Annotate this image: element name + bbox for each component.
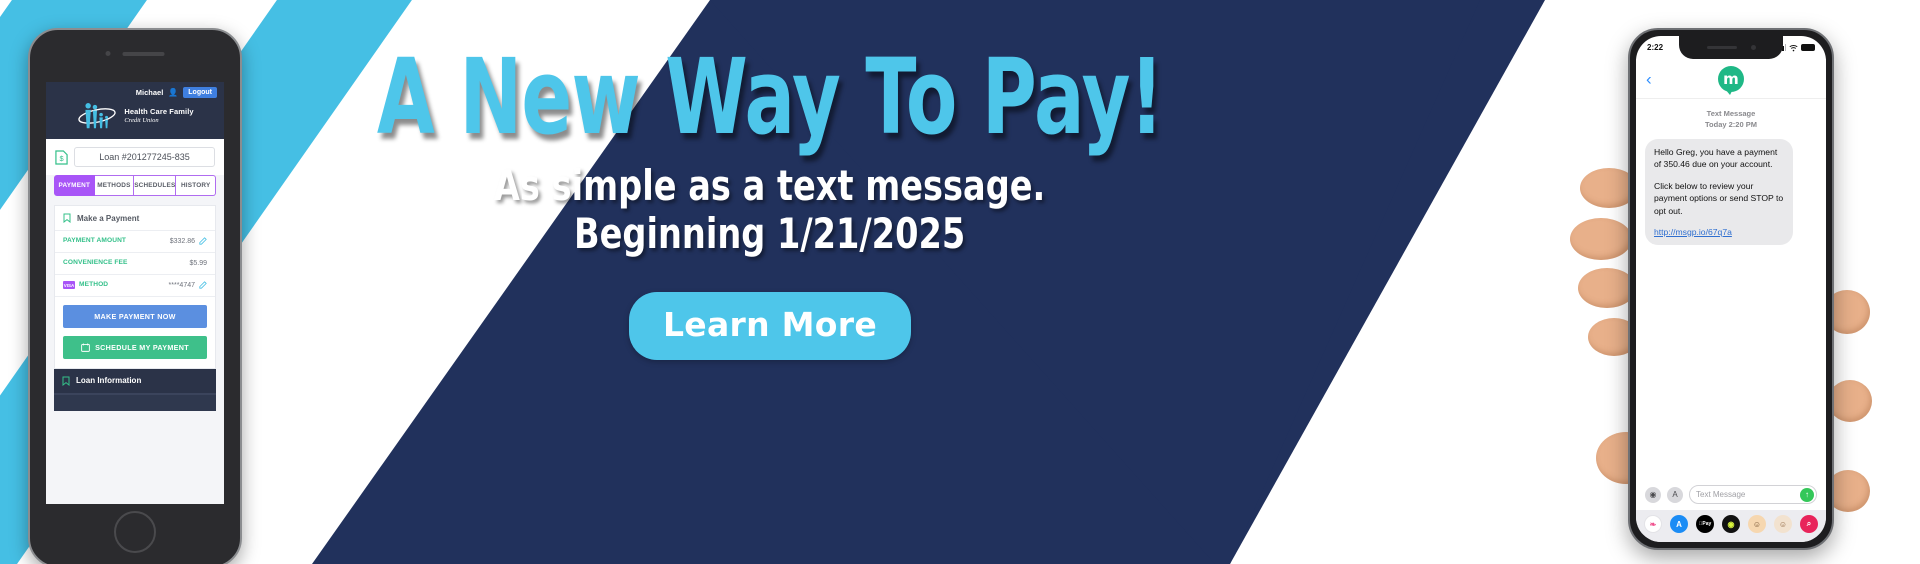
home-indicator[interactable] [1695,542,1767,545]
right-phone-mockup: 2:22 ‹ m Text Message Today 2:20 PM Hell… [1628,28,1834,550]
promo-banner: A New Way To Pay! As simple as a text me… [0,0,1920,564]
message-thread: Text Message Today 2:20 PM Hello Greg, y… [1636,99,1826,479]
message-nav-bar: ‹ m [1636,59,1826,99]
hand-finger-right [1828,380,1872,422]
battery-icon [1801,44,1815,51]
sender-avatar[interactable]: m [1718,65,1744,95]
marketing-copy: A New Way To Pay! As simple as a text me… [377,0,1164,564]
message-input-field[interactable]: Text Message ↑ [1689,485,1817,504]
svg-text:$: $ [59,154,63,163]
apple-pay-app-icon[interactable]: Pay [1696,515,1714,533]
message-meta: Text Message Today 2:20 PM [1645,109,1817,131]
schedule-my-payment-button[interactable]: SCHEDULE MY PAYMENT [63,335,207,359]
memoji-app-icon[interactable]: ☺ [1748,515,1766,533]
row-label: METHOD [79,280,109,288]
status-time: 2:22 [1647,43,1664,52]
document-dollar-icon: $ [55,149,68,165]
tab-payment[interactable]: PAYMENT [54,175,95,196]
row-value: ****4747 [168,281,195,289]
app-store-icon[interactable]: A [1667,486,1683,503]
row-value: $5.99 [189,259,207,267]
family-logo-icon [78,103,117,129]
phone-frame: 2:22 ‹ m Text Message Today 2:20 PM Hell… [1628,28,1834,550]
message-timestamp: Today 2:20 PM [1705,119,1757,129]
app-tabs: PAYMENT METHODS SCHEDULES HISTORY [46,175,224,196]
learn-more-button[interactable]: Learn More [628,292,912,361]
row-payment-amount: PAYMENT AMOUNT $332.86 [55,231,215,253]
loan-selector-row: $ Loan #201277245-835 [46,139,224,175]
message-payment-link[interactable]: http://msgp.io/67q7a [1654,227,1732,237]
phone-frame: Michael 👤 Logout Health Care Family Cred… [28,28,242,564]
fitness-app-icon[interactable]: ◉ [1722,515,1740,533]
photos-app-icon[interactable]: ❧ [1644,515,1662,533]
message-bubble: Hello Greg, you have a payment of 350.46… [1645,138,1793,246]
row-value-group: $332.86 [169,237,207,246]
row-value-group: ****4747 [169,281,207,289]
row-convenience-fee: CONVENIENCE FEE $5.99 [55,253,215,275]
brand-logo: Health Care Family Credit Union [53,101,217,131]
tab-history[interactable]: HISTORY [176,175,216,196]
phone-earpiece [105,51,165,56]
subheading: As simple as a text message. Beginning 1… [494,160,1046,259]
card-header: Loan Information [54,369,216,394]
front-camera-icon [105,51,111,56]
row-label: PAYMENT AMOUNT [63,237,127,244]
card-header: Make a Payment [55,206,215,231]
app-header: Michael 👤 Logout Health Care Family Cred… [46,82,224,139]
row-label: CONVENIENCE FEE [63,258,128,266]
row-method: VISA METHOD ****4747 [55,275,215,297]
right-phone-screen: 2:22 ‹ m Text Message Today 2:20 PM Hell… [1636,36,1826,542]
left-phone-mockup: Michael 👤 Logout Health Care Family Cred… [28,28,242,564]
home-button[interactable] [114,511,156,553]
loan-information-card[interactable]: Loan Information [54,368,216,395]
make-payment-now-button[interactable]: MAKE PAYMENT NOW [63,304,207,328]
brand-line-2: Credit Union [124,116,159,124]
hand-finger [1570,218,1632,260]
page-title: A New Way To Pay! [376,36,1164,158]
front-camera-icon [1750,45,1756,50]
row-value: $332.86 [169,237,195,245]
message-input-bar: ◉ A Text Message ↑ [1636,479,1826,510]
back-chevron-icon[interactable]: ‹ [1646,70,1652,87]
visa-card-icon: VISA [63,281,75,290]
imessage-app-drawer: ❧ A Pay ◉ ☺ ☺ ⌕ [1636,510,1826,542]
brand-text: Health Care Family Credit Union [124,107,194,124]
wifi-icon [1789,44,1798,51]
make-a-payment-card: Make a Payment PAYMENT AMOUNT $332.86 CO… [54,205,216,369]
bookmark-icon [62,376,70,386]
schedule-button-label: SCHEDULE MY PAYMENT [95,342,189,352]
card-title: Make a Payment [77,213,140,223]
user-row: Michael 👤 Logout [53,87,217,98]
camera-icon[interactable]: ◉ [1645,486,1661,503]
calendar-icon [81,343,90,352]
row-label-group: VISA METHOD [63,281,108,290]
speaker-grille-icon [1706,46,1737,49]
message-type-label: Text Message [1706,109,1756,118]
loan-information-body [54,394,216,411]
user-avatar-icon: 👤 [168,88,179,97]
left-phone-screen: Michael 👤 Logout Health Care Family Cred… [46,82,224,504]
user-name: Michael [135,88,164,97]
phone-notch [1679,36,1783,59]
tab-schedules[interactable]: SCHEDULES [134,175,177,196]
speaker-grille-icon [122,51,165,56]
tab-methods[interactable]: METHODS [94,175,135,196]
logout-button[interactable]: Logout [183,87,217,98]
bookmark-icon [63,213,71,223]
send-arrow-icon[interactable]: ↑ [1800,487,1814,502]
edit-icon[interactable] [199,281,207,289]
animoji-app-icon[interactable]: ☺ [1774,515,1792,533]
app-store-app-icon[interactable]: A [1670,515,1688,533]
message-paragraph-2: Click below to review your payment optio… [1654,180,1784,216]
message-paragraph-1: Hello Greg, you have a payment of 350.46… [1654,146,1778,170]
card-title: Loan Information [76,376,142,386]
edit-icon[interactable] [199,237,207,246]
loan-number-field[interactable]: Loan #201277245-835 [74,147,215,167]
message-input-placeholder: Text Message [1696,490,1746,499]
images-search-app-icon[interactable]: ⌕ [1800,515,1818,533]
subheading-line-1: As simple as a text message. [494,160,1046,210]
subheading-line-2: Beginning 1/21/2025 [574,209,966,259]
brand-line-1: Health Care Family [124,107,194,117]
